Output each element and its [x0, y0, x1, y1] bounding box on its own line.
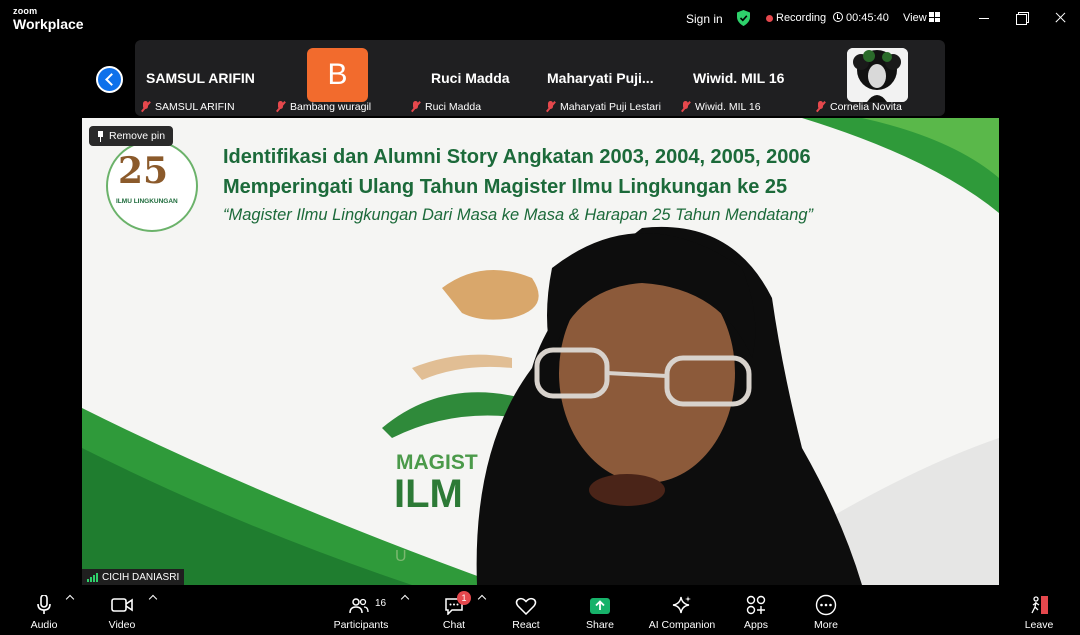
chat-label: Chat	[442, 619, 466, 631]
remove-pin-label: Remove pin	[109, 130, 166, 142]
speaker-name: CICIH DANIASRI	[102, 571, 180, 583]
profile-picture-icon	[847, 48, 908, 102]
mic-muted-icon	[816, 101, 825, 112]
tile-name-wiwid: Wiwid. MIL 16	[693, 70, 785, 86]
participant-name: Maharyati Puji Lestari	[560, 100, 661, 113]
pin-icon	[97, 130, 104, 142]
slide-subtitle: “Magister Ilmu Lingkungan Dari Masa ke M…	[223, 206, 814, 224]
mic-muted-icon	[276, 101, 285, 112]
camera-icon	[111, 598, 133, 612]
ai-companion-button[interactable]: AI Companion	[647, 589, 717, 633]
mic-muted-icon	[546, 101, 555, 112]
ai-companion-label: AI Companion	[648, 619, 716, 631]
participants-label: Participants	[333, 619, 389, 631]
apps-button[interactable]: Apps	[721, 589, 791, 633]
react-label: React	[512, 619, 540, 631]
speaker-name-tag: CICIH DANIASRI	[82, 569, 185, 585]
tile-name-samsul: SAMSUL ARIFIN	[146, 70, 255, 86]
more-dots-icon	[815, 594, 837, 616]
logo-text: ILMU LINGKUNGAN	[116, 198, 178, 205]
mic-muted-icon	[411, 101, 420, 112]
mic-muted-icon	[141, 101, 150, 112]
sign-in-link[interactable]: Sign in	[686, 12, 723, 26]
slide-background-text-small: U	[395, 548, 407, 565]
tile-label-samsul: SAMSUL ARIFIN	[141, 99, 235, 114]
shield-icon[interactable]	[736, 10, 751, 26]
meeting-timer: 00:45:40	[846, 12, 889, 24]
restore-button[interactable]	[1013, 9, 1031, 27]
participant-name: Wiwid. MIL 16	[695, 100, 761, 113]
signal-bars-icon	[87, 572, 98, 582]
video-label: Video	[108, 619, 136, 631]
tile-label-cornelia: Cornelia Novita	[816, 99, 902, 114]
react-button[interactable]: React	[491, 589, 561, 633]
leave-button[interactable]: Leave	[1004, 589, 1074, 633]
leave-label: Leave	[1024, 619, 1054, 631]
video-button[interactable]: Video	[87, 589, 157, 633]
tile-label-ruci: Ruci Madda	[411, 99, 481, 114]
leave-door-icon	[1031, 596, 1048, 614]
audio-label: Audio	[30, 619, 58, 631]
tile-label-bambang: Bambang wuragil	[276, 99, 371, 114]
view-button[interactable]: View	[903, 12, 927, 24]
apps-label: Apps	[744, 619, 768, 631]
avatar-bambang[interactable]: B	[307, 48, 368, 102]
more-label: More	[814, 619, 838, 631]
grid-view-icon[interactable]	[929, 12, 940, 22]
microphone-icon	[37, 595, 51, 614]
chat-unread-badge: 1	[457, 591, 471, 605]
slide-background-text-large: ILM	[394, 472, 463, 516]
tile-label-wiwid: Wiwid. MIL 16	[681, 99, 761, 114]
tile-label-maharyati: Maharyati Puji Lestari	[546, 99, 661, 114]
sparkle-icon	[672, 596, 691, 614]
brand-workplace: Workplace	[13, 16, 84, 32]
slide-title-line1: Identifikasi dan Alumni Story Angkatan 2…	[223, 146, 811, 168]
recording-dot-icon	[766, 15, 773, 22]
share-screen-icon	[590, 598, 610, 614]
recording-label[interactable]: Recording	[776, 12, 826, 24]
participant-name: Ruci Madda	[425, 100, 482, 113]
more-button[interactable]: More	[791, 589, 861, 633]
heart-icon	[515, 597, 537, 615]
participant-name: Bambang wuragil	[290, 100, 372, 113]
participants-icon	[349, 598, 369, 614]
close-button[interactable]	[1051, 9, 1069, 27]
clock-icon	[833, 12, 843, 22]
apps-icon	[746, 595, 766, 615]
tile-name-maharyati: Maharyati Puji...	[547, 70, 654, 86]
participants-button[interactable]: Participants	[326, 589, 396, 633]
slide-title-line2: Memperingati Ulang Tahun Magister Ilmu L…	[223, 176, 788, 198]
chat-button[interactable]: Chat	[419, 589, 489, 633]
participant-name: SAMSUL ARIFIN	[155, 100, 235, 113]
share-button[interactable]: Share	[565, 589, 635, 633]
participants-count: 16	[375, 598, 387, 609]
chevron-left-icon[interactable]	[96, 66, 123, 93]
brand-zoom: zoom	[13, 6, 38, 16]
minimize-button[interactable]	[975, 9, 993, 27]
participant-name: Cornelia Novita	[830, 100, 902, 113]
share-label: Share	[585, 619, 615, 631]
logo-number: 25	[118, 150, 169, 192]
remove-pin-button[interactable]: Remove pin	[89, 126, 174, 146]
tile-name-ruci: Ruci Madda	[431, 70, 510, 86]
zoom-logo: zoom Workplace	[13, 6, 84, 32]
mic-muted-icon	[681, 101, 690, 112]
avatar-cornelia[interactable]	[847, 48, 908, 102]
